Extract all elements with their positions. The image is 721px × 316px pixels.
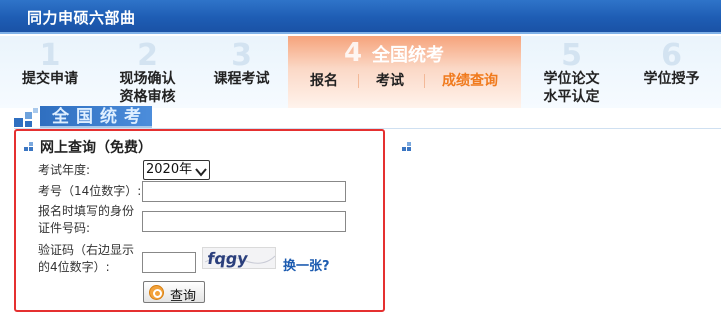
step-5-label-line1: 学位论文 [543, 71, 600, 87]
step-4-sub-signup[interactable]: 报名 [310, 70, 338, 90]
step-6-number: 6 [661, 38, 682, 73]
app-title: 同力申硕六部曲 [27, 9, 136, 27]
step-2-label-line2: 资格审核 [119, 89, 176, 105]
step-4-sub-score-query[interactable]: 成绩查询 [442, 70, 498, 90]
step-1[interactable]: 1 提交申请 [0, 36, 100, 108]
exam-number-label: 考号（14位数字）: [38, 184, 142, 198]
id-number-label-line2: 证件号码: [38, 221, 91, 235]
step-5-label-line2: 水平认定 [543, 89, 600, 105]
step-6[interactable]: 6 学位授予 [622, 36, 721, 108]
right-panel-bullet-icon [402, 142, 411, 151]
step-1-label: 提交申请 [22, 71, 78, 87]
step-4-title: 全国统考 [372, 45, 444, 66]
step-3[interactable]: 3 课程考试 [195, 36, 288, 108]
step-4-divider [358, 74, 359, 88]
steps-nav: 1 提交申请 2 现场确认 资格审核 3 课程考试 4 全国统考 报名 考试 成… [0, 36, 721, 108]
step-4-number: 4 [344, 38, 363, 68]
captcha-label: 验证码（右边显示 的4位数字）: [38, 242, 134, 276]
query-button-label: 查询 [170, 288, 197, 303]
step-2-label-line1: 现场确认 [119, 71, 176, 87]
step-4-divider [424, 74, 425, 88]
change-captcha-link[interactable]: 换一张? [283, 255, 330, 274]
section-title: 全国统考 [40, 106, 152, 128]
title-bar: 同力申硕六部曲 [0, 0, 721, 34]
query-panel-title: 网上查询（免费） [40, 140, 152, 156]
step-5[interactable]: 5 学位论文 水平认定 [521, 36, 622, 108]
step-5-label: 学位论文 水平认定 [521, 70, 622, 106]
year-label: 考试年度: [38, 163, 91, 177]
year-select[interactable]: 2020年 [143, 160, 210, 180]
chevron-down-icon [195, 165, 207, 177]
captcha-input[interactable] [142, 252, 196, 273]
id-number-input[interactable] [142, 211, 346, 232]
section-mark-icon [14, 108, 38, 128]
step-5-number: 5 [561, 38, 582, 73]
search-icon [149, 285, 164, 300]
captcha-label-line2: 的4位数字）: [38, 260, 110, 274]
panel-bullet-icon [24, 142, 33, 151]
id-number-label-line1: 报名时填写的身份 [38, 204, 135, 218]
captcha-image[interactable]: fqgy [202, 247, 276, 269]
step-3-label: 课程考试 [213, 71, 270, 87]
step-6-label: 学位授予 [643, 71, 700, 87]
step-2-label: 现场确认 资格审核 [100, 70, 195, 106]
step-2[interactable]: 2 现场确认 资格审核 [100, 36, 195, 108]
exam-number-input[interactable] [142, 181, 346, 202]
step-4-sub-exam[interactable]: 考试 [376, 70, 404, 90]
step-2-number: 2 [137, 38, 158, 73]
query-button[interactable]: 查询 [143, 281, 205, 303]
captcha-label-line1: 验证码（右边显示 [38, 243, 135, 257]
step-3-number: 3 [231, 38, 252, 73]
year-select-value: 2020年 [146, 162, 193, 177]
id-number-label: 报名时填写的身份 证件号码: [38, 203, 134, 237]
step-1-number: 1 [39, 38, 61, 73]
step-4[interactable]: 4 全国统考 报名 考试 成绩查询 [288, 36, 521, 108]
captcha-text: fqgy [206, 249, 249, 268]
